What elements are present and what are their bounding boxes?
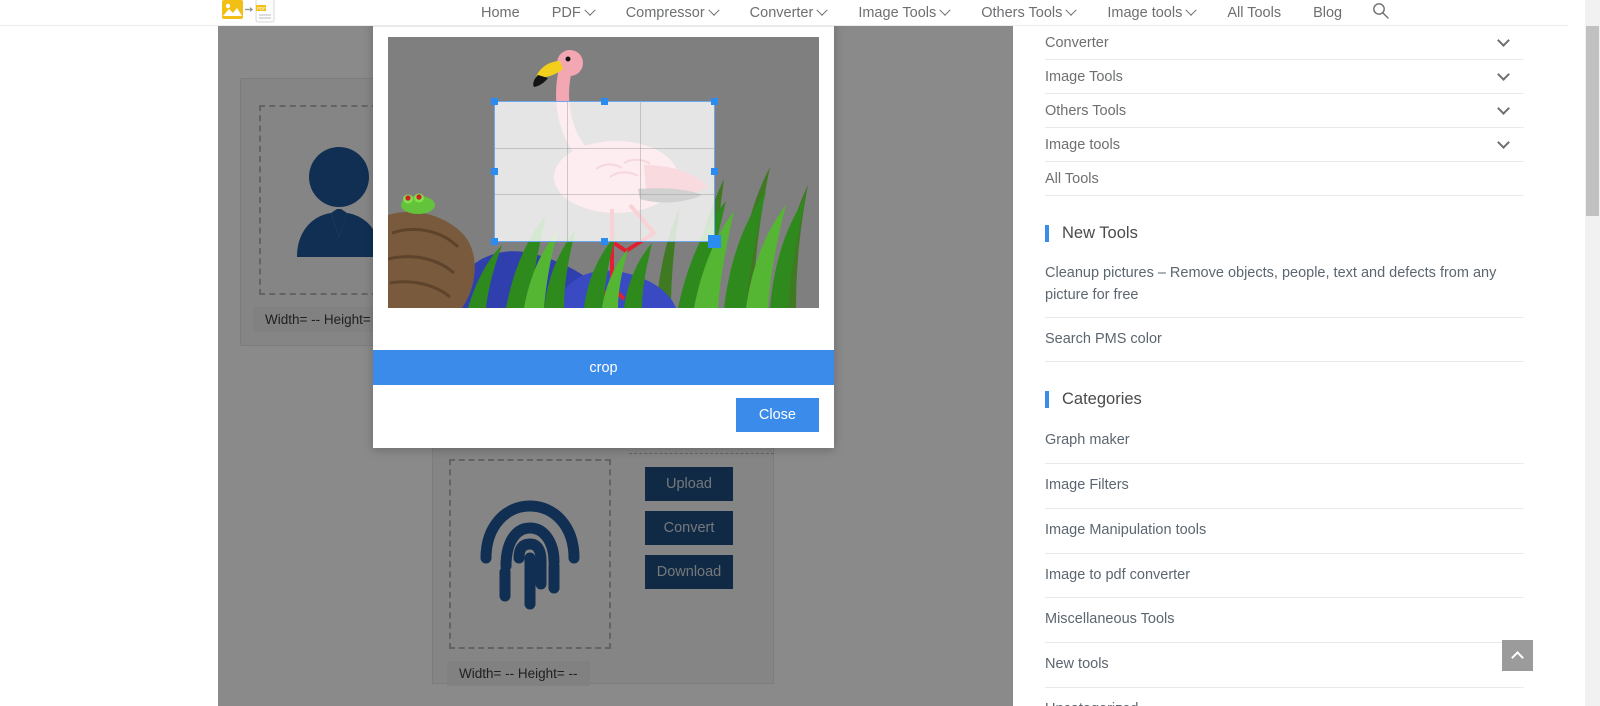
sidebar-item-image-tools-lower[interactable]: Image tools: [1045, 128, 1524, 162]
sidebar-link-image-filters[interactable]: Image Filters: [1045, 464, 1524, 509]
chevron-down-icon: [939, 4, 951, 16]
modal-footer: Close: [373, 385, 834, 448]
right-sidebar: Converter Image Tools Others Tools Image…: [1013, 26, 1568, 706]
categories-heading: Categories: [1045, 390, 1524, 409]
chevron-down-icon: [1185, 4, 1198, 16]
crop-modal: crop Close: [373, 0, 834, 448]
sidebar-item-label: Converter: [1045, 34, 1109, 51]
nav-label: Others Tools: [981, 4, 1063, 21]
sidebar-link-new-tools[interactable]: New tools: [1045, 643, 1524, 688]
sidebar-item-others-tools[interactable]: Others Tools: [1045, 94, 1524, 128]
sidebar-link-cleanup-pictures[interactable]: Cleanup pictures – Remove objects, peopl…: [1045, 253, 1524, 318]
crop-handle-se[interactable]: [708, 235, 721, 248]
chevron-down-icon: [584, 4, 596, 16]
chevron-down-icon: [1497, 34, 1510, 47]
sidebar-item-label: Others Tools: [1045, 102, 1127, 119]
crop-handle-s[interactable]: [601, 238, 608, 245]
nav-item-blog[interactable]: Blog: [1297, 6, 1358, 21]
nav-label: Image Tools: [858, 4, 937, 21]
heading-label: Categories: [1062, 390, 1142, 409]
nav-label: Blog: [1313, 4, 1343, 21]
chevron-down-icon: [1497, 102, 1510, 115]
nav-label: Compressor: [625, 4, 705, 21]
nav-label: Converter: [749, 4, 814, 21]
crop-handle-n[interactable]: [601, 98, 608, 105]
nav-label: Home: [481, 4, 520, 21]
modal-body: [373, 27, 834, 350]
nav-item-image-tools[interactable]: Image Tools: [842, 4, 965, 21]
nav-label: Image tools: [1107, 4, 1183, 21]
nav-item-converter[interactable]: Converter: [734, 4, 843, 21]
browser-scrollbar-thumb[interactable]: [1586, 26, 1599, 216]
sidebar-link-image-manipulation-tools[interactable]: Image Manipulation tools: [1045, 509, 1524, 554]
sidebar-link-graph-maker[interactable]: Graph maker: [1045, 419, 1524, 464]
crop-handle-sw[interactable]: [491, 238, 498, 245]
heading-label: New Tools: [1062, 224, 1138, 242]
crop-button[interactable]: crop: [373, 350, 834, 385]
chevron-down-icon: [1497, 136, 1510, 149]
top-navigation-bar: PDF Home PDF Compressor Converter Image …: [0, 0, 1568, 26]
crop-bar-wrapper: crop: [373, 350, 834, 385]
new-tools-heading: New Tools: [1045, 224, 1524, 243]
crop-handle-nw[interactable]: [491, 98, 498, 105]
sidebar-link-search-pms-color[interactable]: Search PMS color: [1045, 318, 1524, 363]
sidebar-item-label: Image Tools: [1045, 68, 1123, 85]
svg-text:PDF: PDF: [257, 6, 266, 11]
nav-item-all-tools[interactable]: All Tools: [1211, 6, 1297, 21]
sidebar-item-label: All Tools: [1045, 170, 1099, 187]
nav-item-compressor[interactable]: Compressor: [610, 4, 734, 21]
crop-handle-ne[interactable]: [711, 98, 718, 105]
site-logo[interactable]: PDF: [220, 0, 282, 26]
nav-item-home[interactable]: Home: [465, 6, 536, 21]
crop-handle-e[interactable]: [711, 168, 718, 175]
sidebar-item-label: Image tools: [1045, 136, 1120, 153]
crop-image-stage[interactable]: [388, 37, 819, 308]
search-icon[interactable]: [1372, 2, 1389, 24]
chevron-down-icon: [816, 4, 828, 16]
nav-label: All Tools: [1227, 4, 1282, 21]
crop-handle-w[interactable]: [491, 168, 498, 175]
accent-bar-icon: [1045, 391, 1049, 409]
nav-item-image-tools-lower[interactable]: Image tools: [1091, 4, 1211, 21]
chevron-up-icon: [1511, 650, 1524, 664]
sidebar-link-miscellaneous-tools[interactable]: Miscellaneous Tools: [1045, 598, 1524, 643]
sidebar-link-uncategorized[interactable]: Uncategorized: [1045, 688, 1524, 706]
page-root: PDF Home PDF Compressor Converter Image …: [0, 0, 1600, 706]
accent-bar-icon: [1045, 225, 1049, 242]
nav-items: Home PDF Compressor Converter Image Tool…: [465, 0, 1389, 26]
nav-item-pdf[interactable]: PDF: [536, 4, 610, 21]
chevron-down-icon: [1497, 68, 1510, 81]
nav-label: PDF: [551, 4, 581, 21]
sidebar-item-all-tools[interactable]: All Tools: [1045, 162, 1524, 196]
sidebar-item-converter[interactable]: Converter: [1045, 26, 1524, 60]
sidebar-item-image-tools[interactable]: Image Tools: [1045, 60, 1524, 94]
nav-item-others-tools[interactable]: Others Tools: [965, 4, 1091, 21]
chevron-down-icon: [707, 4, 720, 16]
crop-selection-box[interactable]: [491, 98, 721, 248]
chevron-down-icon: [1065, 4, 1078, 16]
sidebar-link-image-to-pdf-converter[interactable]: Image to pdf converter: [1045, 554, 1524, 599]
close-button[interactable]: Close: [735, 398, 819, 432]
scroll-to-top-button[interactable]: [1502, 640, 1533, 671]
